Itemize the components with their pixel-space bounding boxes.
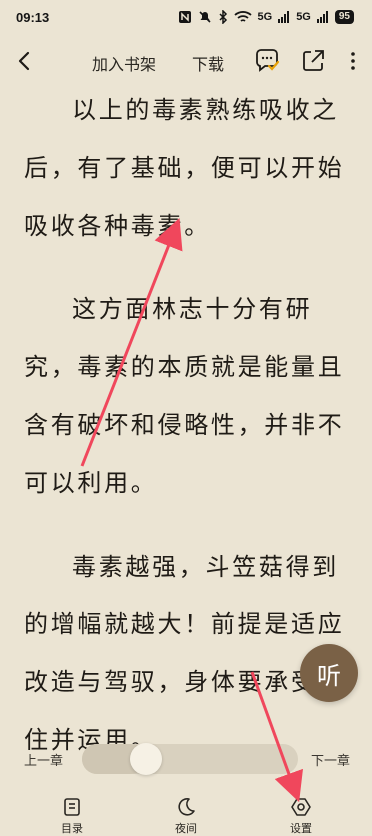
status-time: 09:13	[16, 9, 50, 25]
moon-icon	[178, 798, 195, 816]
signal-icon-2	[316, 11, 328, 23]
signal-label-2: 5G	[296, 11, 311, 23]
download-button[interactable]: 下载	[192, 51, 224, 75]
nfc-icon	[178, 11, 191, 23]
paragraph: 这方面林志十分有研究，毒素的本质就是能量且含有破坏和侵略性，并非不可以利用。	[24, 295, 345, 497]
nav-toc[interactable]: 目录	[42, 790, 102, 836]
comment-icon	[256, 49, 280, 72]
bottom-nav: 目录 夜间 设置	[0, 790, 372, 836]
next-chapter-button[interactable]: 下一章	[311, 750, 350, 769]
back-button[interactable]	[10, 46, 40, 76]
battery-indicator: 95	[334, 10, 354, 24]
back-arrow-icon	[18, 51, 30, 71]
progress-slider[interactable]	[82, 743, 298, 775]
status-bar: 09:13 5G 5G 95	[0, 0, 372, 34]
nav-settings[interactable]: 设置	[271, 790, 331, 836]
more-vertical-icon	[351, 52, 355, 70]
more-options-button[interactable]	[338, 46, 368, 76]
signal-icon	[278, 11, 290, 23]
share-icon	[303, 50, 324, 71]
listen-button[interactable]: 听	[300, 644, 358, 702]
share-button[interactable]	[298, 46, 328, 76]
mute-icon	[198, 11, 211, 23]
comments-button[interactable]	[252, 46, 282, 76]
add-to-shelf-button[interactable]: 加入书架	[92, 51, 156, 75]
wifi-icon	[233, 11, 252, 22]
prev-chapter-button[interactable]: 上一章	[24, 750, 63, 769]
nav-toc-label: 目录	[61, 822, 83, 835]
settings-icon	[291, 798, 311, 816]
bluetooth-icon	[218, 10, 227, 24]
toc-icon	[64, 798, 80, 816]
nav-settings-label: 设置	[290, 822, 312, 835]
signal-label-1: 5G	[257, 11, 273, 23]
reader-toolbar: 加入书架 下载	[0, 40, 372, 84]
progress-thumb[interactable]	[130, 743, 162, 775]
chapter-progress: 上一章 下一章	[0, 740, 372, 776]
status-icons: 5G 5G 95	[178, 10, 354, 24]
nav-night[interactable]: 夜间	[156, 790, 216, 836]
paragraph: 以上的毒素熟练吸收之后，有了基础，便可以开始吸收各种毒素。	[24, 96, 345, 240]
nav-night-label: 夜间	[175, 822, 197, 835]
paragraph: 毒素越强，斗笠菇得到的增幅就越大！前提是适应改造与驾驭，身体要承受的住并运用。	[24, 552, 345, 754]
